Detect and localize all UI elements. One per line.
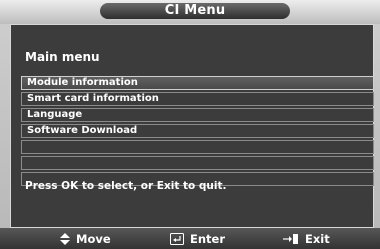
exit-icon	[283, 233, 299, 245]
enter-icon	[170, 233, 184, 245]
enter-label: Enter	[190, 232, 226, 246]
menu-list: Module information Smart card informatio…	[21, 76, 374, 188]
move-label: Move	[76, 232, 111, 246]
up-down-arrow-icon	[60, 233, 70, 245]
menu-item-empty	[21, 140, 374, 154]
instruction-text: Press OK to select, or Exit to quit.	[25, 180, 227, 192]
exit-label: Exit	[305, 232, 330, 246]
section-title: Main menu	[25, 50, 100, 64]
menu-panel: Main menu Module information Smart card …	[10, 24, 374, 228]
move-hint: Move	[60, 232, 111, 246]
navigation-bar: Move Enter Exit	[0, 228, 380, 249]
menu-item-empty	[21, 156, 374, 170]
menu-item-smart-card-information[interactable]: Smart card information	[21, 92, 374, 106]
menu-item-software-download[interactable]: Software Download	[21, 124, 374, 138]
menu-item-module-information[interactable]: Module information	[21, 76, 374, 90]
ci-menu-screen: CI Menu Main menu Module information Sma…	[0, 0, 380, 249]
menu-item-language[interactable]: Language	[21, 108, 374, 122]
exit-hint: Exit	[283, 232, 330, 246]
title-bar: CI Menu	[0, 0, 380, 24]
window-title: CI Menu	[100, 3, 290, 19]
enter-hint: Enter	[170, 232, 225, 246]
